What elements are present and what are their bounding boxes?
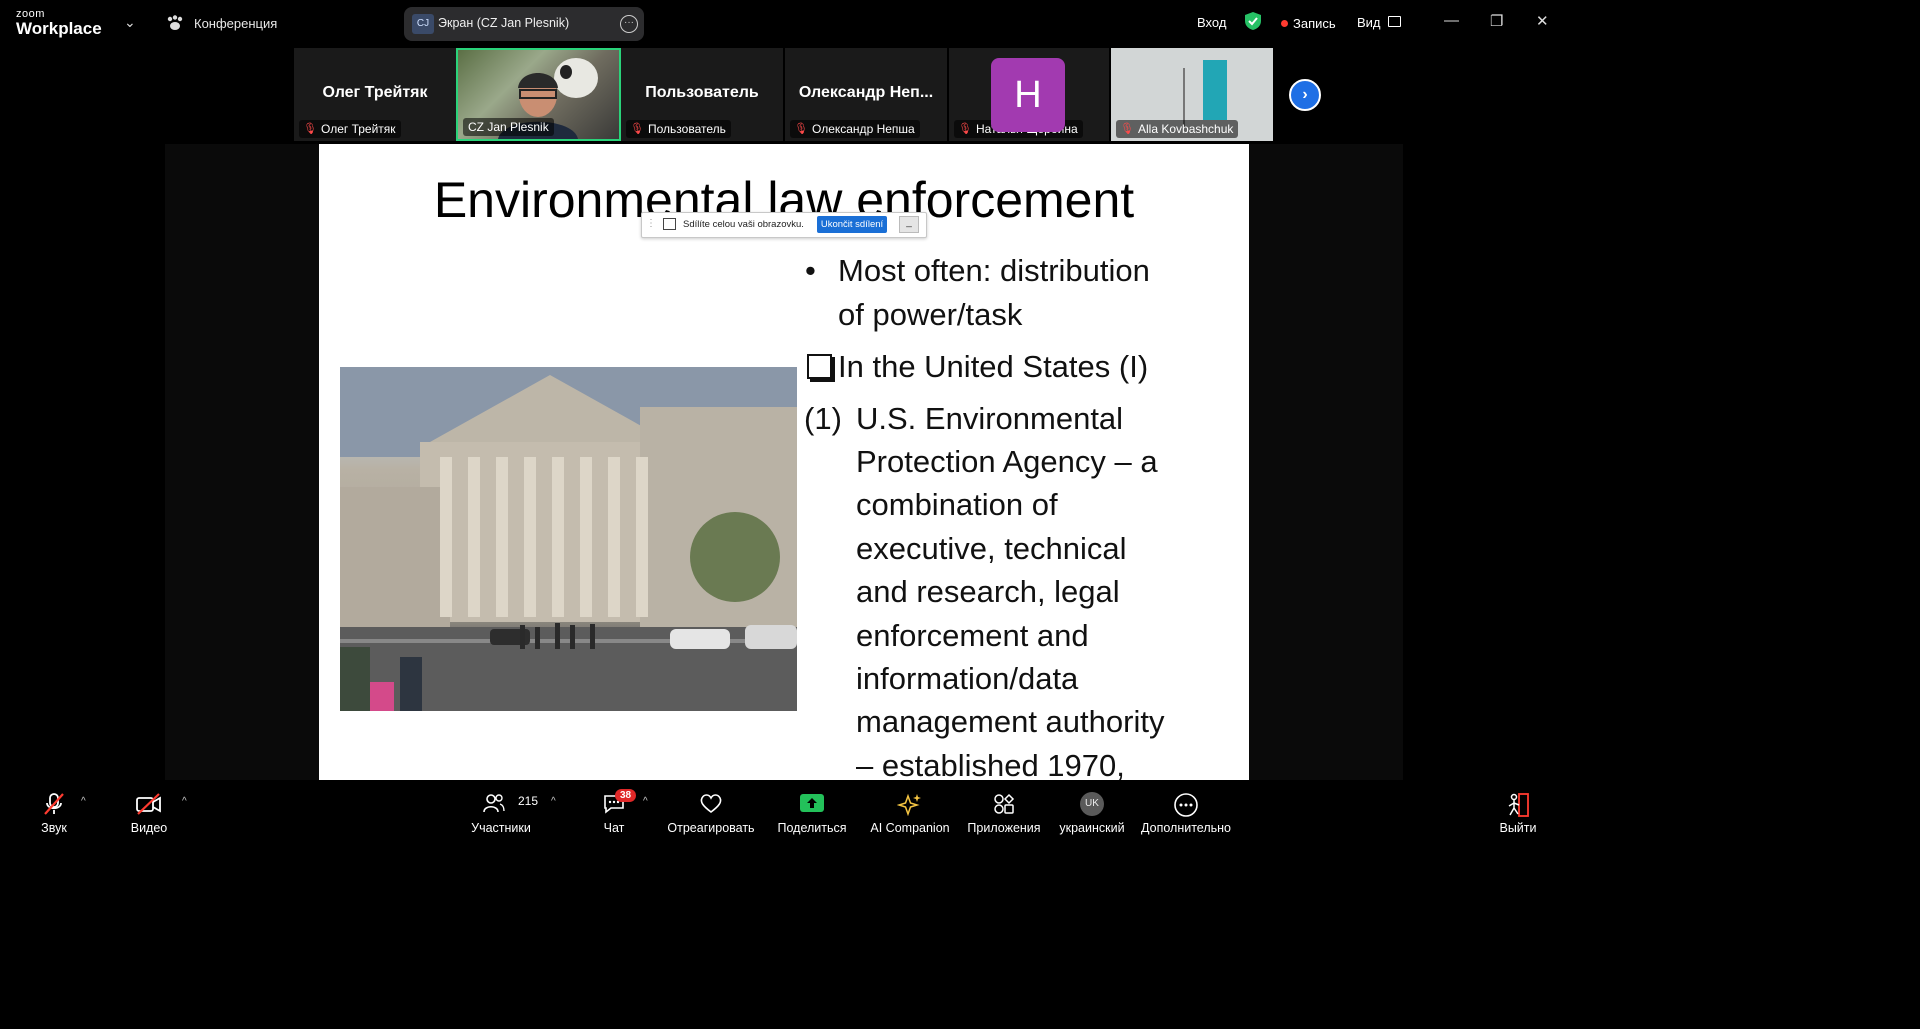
- chat-options-caret-icon[interactable]: ^: [643, 796, 648, 807]
- mic-muted-icon: [30, 792, 78, 816]
- chevron-down-icon[interactable]: ⌄: [124, 14, 136, 31]
- checkbox-item-text: In the United States (I): [838, 349, 1149, 384]
- paw-icon[interactable]: [166, 15, 184, 36]
- numbered-text-line: combination of: [856, 487, 1058, 522]
- share-screen-icon: [772, 792, 852, 816]
- next-page-chevron-icon[interactable]: ›: [1289, 79, 1321, 111]
- leave-label: Выйти: [1499, 821, 1537, 835]
- heart-icon: [666, 792, 756, 816]
- numbered-text-line: – established 1970,: [856, 748, 1125, 780]
- screen-share-toolbar[interactable]: ⋮ Sdílíte celou vaši obrazovku. Ukončit …: [641, 212, 927, 238]
- shield-check-icon[interactable]: [1244, 11, 1262, 36]
- chat-label: Чат: [603, 821, 625, 835]
- video-options-caret-icon[interactable]: ^: [182, 796, 187, 807]
- drag-handle-icon[interactable]: ⋮: [646, 218, 656, 229]
- share-avatar: CJ: [412, 14, 434, 34]
- numbered-text-line: information/data: [856, 661, 1079, 696]
- mic-muted-icon: 🎙: [303, 123, 317, 135]
- more-label: Дополнительно: [1141, 821, 1231, 835]
- language-initials: UK: [1080, 792, 1104, 816]
- audio-options-caret-icon[interactable]: ^: [81, 796, 86, 807]
- participant-tile[interactable]: Пользователь Пользователь 🎙: [621, 48, 783, 141]
- participant-tile[interactable]: Alla Kovbashchuk 🎙: [1111, 48, 1273, 141]
- language-avatar: UK: [1052, 792, 1132, 816]
- numbered-text-line: Protection Agency – a: [856, 444, 1158, 479]
- bullet-text-line: of power/task: [838, 297, 1023, 332]
- mic-muted-icon: 🎙: [958, 123, 972, 135]
- video-off-icon: [124, 792, 174, 816]
- mic-muted-icon: 🎙: [794, 123, 808, 135]
- participant-display-name: Пользователь: [645, 84, 759, 101]
- mic-muted-icon: 🎙: [1120, 123, 1134, 135]
- numbered-text-line: enforcement and: [856, 618, 1089, 653]
- leave-icon: [1494, 792, 1542, 817]
- view-button[interactable]: Вид: [1357, 15, 1381, 30]
- participant-tile-active[interactable]: CZ Jan Plesnik: [456, 48, 621, 141]
- minimize-icon[interactable]: —: [1444, 12, 1459, 29]
- participants-options-caret-icon[interactable]: ^: [551, 796, 556, 807]
- stop-sharing-button[interactable]: Ukončit sdílení: [817, 216, 887, 233]
- avatar: H: [991, 58, 1065, 132]
- participant-display-name: Олег Трейтяк: [322, 84, 428, 101]
- participant-name-tag: Alla Kovbashchuk: [1116, 120, 1239, 138]
- mic-muted-icon: 🎙: [630, 123, 644, 135]
- more-icon: [1136, 792, 1236, 817]
- signin-button[interactable]: Вход: [1197, 15, 1226, 30]
- checkbox-bullet-icon: [807, 354, 832, 379]
- presentation-slide: Environmental law enforcement ⋮ Sdílíte …: [319, 144, 1249, 780]
- participants-count: 215: [518, 794, 539, 808]
- numbered-text-line: executive, technical: [856, 531, 1127, 566]
- minimize-toolbar-button[interactable]: _: [899, 216, 919, 233]
- sparkle-icon: [866, 792, 954, 817]
- share-screen-icon: [663, 218, 676, 230]
- numbered-text-line: and research, legal: [856, 574, 1120, 609]
- zoom-logo-workplace: Workplace: [16, 19, 102, 38]
- ai-companion-label: AI Companion: [870, 821, 950, 835]
- audio-label: Звук: [41, 821, 67, 835]
- view-grid-icon[interactable]: [1388, 16, 1401, 27]
- chat-unread-badge: 38: [615, 789, 637, 802]
- more-options-icon[interactable]: ···: [620, 15, 638, 33]
- participant-tile[interactable]: Олег Трейтяк Олег Трейтяк 🎙: [294, 48, 456, 141]
- bullet-text-line: Most often: distribution: [838, 253, 1150, 288]
- participant-tile[interactable]: Олександр Неп... Олександр Непша 🎙: [785, 48, 947, 141]
- record-button[interactable]: Запись: [1293, 16, 1336, 31]
- share-title: Экран (CZ Jan Plesnik): [438, 16, 570, 30]
- epa-building-photo: [340, 367, 797, 711]
- record-dot-icon: [1281, 20, 1288, 27]
- participant-name-tag: Олександр Непша: [790, 120, 920, 138]
- top-bar: zoom Workplace ⌄ Конференция CJ Экран (C…: [0, 0, 1568, 48]
- bullet-icon: •: [805, 253, 816, 288]
- share-label: Поделиться: [777, 821, 847, 835]
- video-label: Видео: [130, 821, 168, 835]
- numbered-text-line: management authority: [856, 704, 1165, 739]
- close-icon[interactable]: ✕: [1536, 12, 1549, 30]
- numbered-marker: (1): [804, 401, 842, 436]
- participants-label: Участники: [471, 821, 531, 835]
- numbered-text-line: U.S. Environmental: [856, 401, 1124, 436]
- apps-label: Приложения: [967, 821, 1041, 835]
- meeting-toolbar: Звук ^ Видео ^ 215 Участники ^ 38 Чат ^ …: [0, 780, 1568, 840]
- screen-share-indicator[interactable]: CJ Экран (CZ Jan Plesnik) ···: [404, 7, 644, 41]
- apps-icon: [962, 792, 1046, 816]
- conference-menu[interactable]: Конференция: [194, 16, 277, 31]
- participant-display-name: Олександр Неп...: [798, 84, 934, 101]
- react-label: Отреагировать: [667, 821, 755, 835]
- share-status-text: Sdílíte celou vaši obrazovku.: [683, 219, 804, 230]
- restore-icon[interactable]: ❐: [1490, 12, 1503, 30]
- language-label: украинский: [1059, 821, 1125, 835]
- participant-name-tag: CZ Jan Plesnik: [463, 118, 554, 136]
